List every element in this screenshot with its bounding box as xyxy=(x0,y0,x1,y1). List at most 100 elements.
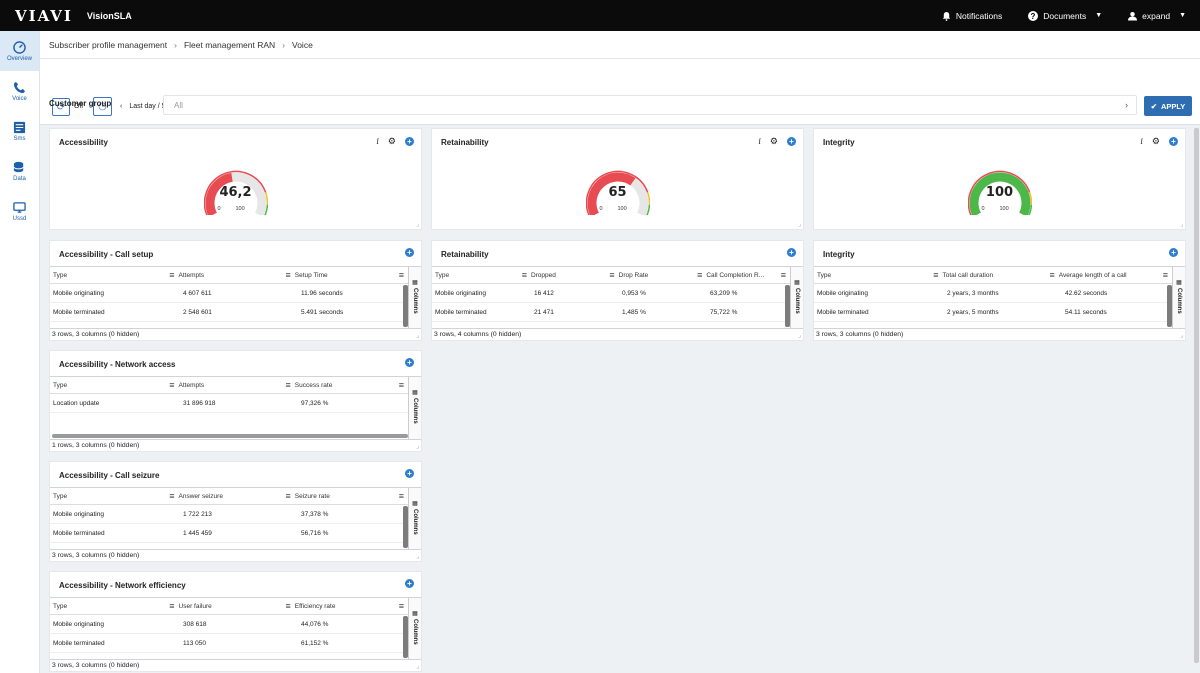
user-menu[interactable]: expand ▼ xyxy=(1128,11,1186,21)
add-icon[interactable]: + xyxy=(787,137,796,146)
gear-icon[interactable]: ⚙ xyxy=(1152,136,1160,147)
add-icon[interactable]: + xyxy=(405,137,414,146)
breadcrumb-item[interactable]: Fleet management RAN xyxy=(184,40,275,50)
column-header[interactable]: Type xyxy=(50,382,166,389)
column-header[interactable]: ≡ Average length of a call xyxy=(1047,270,1163,280)
apply-button[interactable]: ✔ APPLY xyxy=(1144,96,1192,116)
info-icon[interactable]: i xyxy=(1140,137,1143,146)
column-menu-icon[interactable]: ≡ xyxy=(169,270,174,280)
add-icon[interactable]: + xyxy=(405,579,414,588)
vertical-scrollbar[interactable] xyxy=(403,506,408,548)
add-icon[interactable]: + xyxy=(1169,137,1178,146)
column-header[interactable]: ≡ Success rate xyxy=(283,380,399,390)
columns-tool-panel-toggle[interactable]: ▦ Columns xyxy=(790,267,803,329)
column-header[interactable]: ≡ Dropped xyxy=(519,270,607,280)
column-menu-icon[interactable]: ≡ xyxy=(399,491,404,501)
column-menu-icon[interactable]: ≡ xyxy=(169,380,174,390)
column-header[interactable]: ≡ Attempts xyxy=(166,270,282,280)
column-header-label: User failure xyxy=(178,602,212,610)
vertical-scrollbar[interactable] xyxy=(1167,285,1172,327)
columns-tool-panel-toggle[interactable]: ▦ Columns xyxy=(408,598,421,660)
resize-handle-icon[interactable]: ⌟ xyxy=(416,553,419,560)
column-header[interactable]: Type xyxy=(50,272,166,279)
resize-handle-icon[interactable]: ⌟ xyxy=(1180,221,1183,228)
table-row[interactable]: Mobile terminated 2 years, 5 months 54.11 … xyxy=(814,303,1172,322)
table-row[interactable]: Mobile terminated 2 548 601 5.491 seconds xyxy=(50,303,408,322)
column-menu-icon[interactable]: ≡ xyxy=(522,270,527,280)
column-menu-icon[interactable]: ≡ xyxy=(169,601,174,611)
column-menu-icon[interactable]: ≡ xyxy=(399,601,404,611)
column-menu-icon[interactable]: ≡ xyxy=(286,491,291,501)
column-menu-icon[interactable]: ≡ xyxy=(286,601,291,611)
sidebar-item-ussd[interactable]: Ussd xyxy=(0,191,39,231)
table-row[interactable]: Location update 31 896 918 97,326 % xyxy=(50,394,408,413)
customer-group-select[interactable]: All › xyxy=(163,95,1137,115)
chevron-left-icon[interactable]: ‹ xyxy=(120,103,122,110)
table-row[interactable]: Mobile originating 2 years, 3 months 42.62… xyxy=(814,284,1172,303)
resize-handle-icon[interactable]: ⌟ xyxy=(798,221,801,228)
columns-tool-panel-toggle[interactable]: ▦ Columns xyxy=(1172,267,1185,329)
resize-handle-icon[interactable]: ⌟ xyxy=(1180,332,1183,339)
sidebar-item-sms[interactable]: Sms xyxy=(0,111,39,151)
resize-handle-icon[interactable]: ⌟ xyxy=(416,332,419,339)
vertical-scrollbar[interactable] xyxy=(785,285,790,327)
vertical-scrollbar[interactable] xyxy=(403,285,408,327)
column-header[interactable]: ≡ Setup Time xyxy=(283,270,399,280)
add-icon[interactable]: + xyxy=(405,358,414,367)
column-menu-icon[interactable]: ≡ xyxy=(286,270,291,280)
notifications-button[interactable]: Notifications xyxy=(942,11,1002,21)
add-icon[interactable]: + xyxy=(405,248,414,257)
table-row[interactable]: Mobile terminated 1 445 459 56,716 % xyxy=(50,524,408,543)
gear-icon[interactable]: ⚙ xyxy=(388,136,396,147)
horizontal-scrollbar[interactable] xyxy=(52,434,408,438)
table-row[interactable]: Mobile terminated 21 471 1,485 % 75,722 % xyxy=(432,303,790,322)
column-menu-icon[interactable]: ≡ xyxy=(399,380,404,390)
column-header[interactable]: Type xyxy=(814,272,930,279)
sidebar-item-overview[interactable]: Overview xyxy=(0,31,39,71)
column-header[interactable]: ≡ Total call duration xyxy=(930,270,1046,280)
column-menu-icon[interactable]: ≡ xyxy=(399,270,404,280)
add-icon[interactable]: + xyxy=(787,248,796,257)
page-scrollbar[interactable] xyxy=(1194,128,1199,663)
table-row[interactable]: Mobile originating 4 607 611 11.96 seconds xyxy=(50,284,408,303)
columns-tool-panel-toggle[interactable]: ▦ Columns xyxy=(408,267,421,329)
add-icon[interactable]: + xyxy=(1169,248,1178,257)
table-row[interactable]: Mobile originating 308 618 44,076 % xyxy=(50,615,408,634)
column-header[interactable]: ≡ Call Completion R... xyxy=(694,270,781,280)
resize-handle-icon[interactable]: ⌟ xyxy=(416,443,419,450)
table-row[interactable]: Mobile originating 16 412 0,953 % 63,209 % xyxy=(432,284,790,303)
sidebar-item-data[interactable]: Data xyxy=(0,151,39,191)
column-header[interactable]: Type xyxy=(50,493,166,500)
add-icon[interactable]: + xyxy=(405,469,414,478)
column-menu-icon[interactable]: ≡ xyxy=(781,270,786,280)
info-icon[interactable]: i xyxy=(758,137,761,146)
column-header[interactable]: ≡ User failure xyxy=(166,601,282,611)
column-header[interactable]: Type xyxy=(50,603,166,610)
column-header[interactable]: ≡ Attempts xyxy=(166,380,282,390)
column-menu-icon[interactable]: ≡ xyxy=(697,270,702,280)
columns-tool-panel-toggle[interactable]: ▦ Columns xyxy=(408,488,421,550)
column-menu-icon[interactable]: ≡ xyxy=(609,270,614,280)
info-icon[interactable]: i xyxy=(376,137,379,146)
column-menu-icon[interactable]: ≡ xyxy=(1050,270,1055,280)
resize-handle-icon[interactable]: ⌟ xyxy=(416,663,419,670)
table-row[interactable]: Mobile originating 1 722 213 37,378 % xyxy=(50,505,408,524)
column-header[interactable]: ≡ Seizure rate xyxy=(283,491,399,501)
resize-handle-icon[interactable]: ⌟ xyxy=(798,332,801,339)
vertical-scrollbar[interactable] xyxy=(403,616,408,658)
sidebar-item-voice[interactable]: Voice xyxy=(0,71,39,111)
documents-menu[interactable]: ? Documents ▼ xyxy=(1028,10,1102,21)
column-menu-icon[interactable]: ≡ xyxy=(286,380,291,390)
column-header[interactable]: ≡ Drop Rate xyxy=(606,270,694,280)
breadcrumb-item[interactable]: Subscriber profile management xyxy=(49,40,167,50)
column-header[interactable]: ≡ Answer seizure xyxy=(166,491,282,501)
column-menu-icon[interactable]: ≡ xyxy=(1163,270,1168,280)
table-row[interactable]: Mobile terminated 113 050 61,152 % xyxy=(50,634,408,653)
column-header[interactable]: Type xyxy=(432,272,519,279)
column-menu-icon[interactable]: ≡ xyxy=(933,270,938,280)
column-header[interactable]: ≡ Efficiency rate xyxy=(283,601,399,611)
resize-handle-icon[interactable]: ⌟ xyxy=(416,221,419,228)
columns-tool-panel-toggle[interactable]: ▦ Columns xyxy=(408,377,421,439)
column-menu-icon[interactable]: ≡ xyxy=(169,491,174,501)
gear-icon[interactable]: ⚙ xyxy=(770,136,778,147)
